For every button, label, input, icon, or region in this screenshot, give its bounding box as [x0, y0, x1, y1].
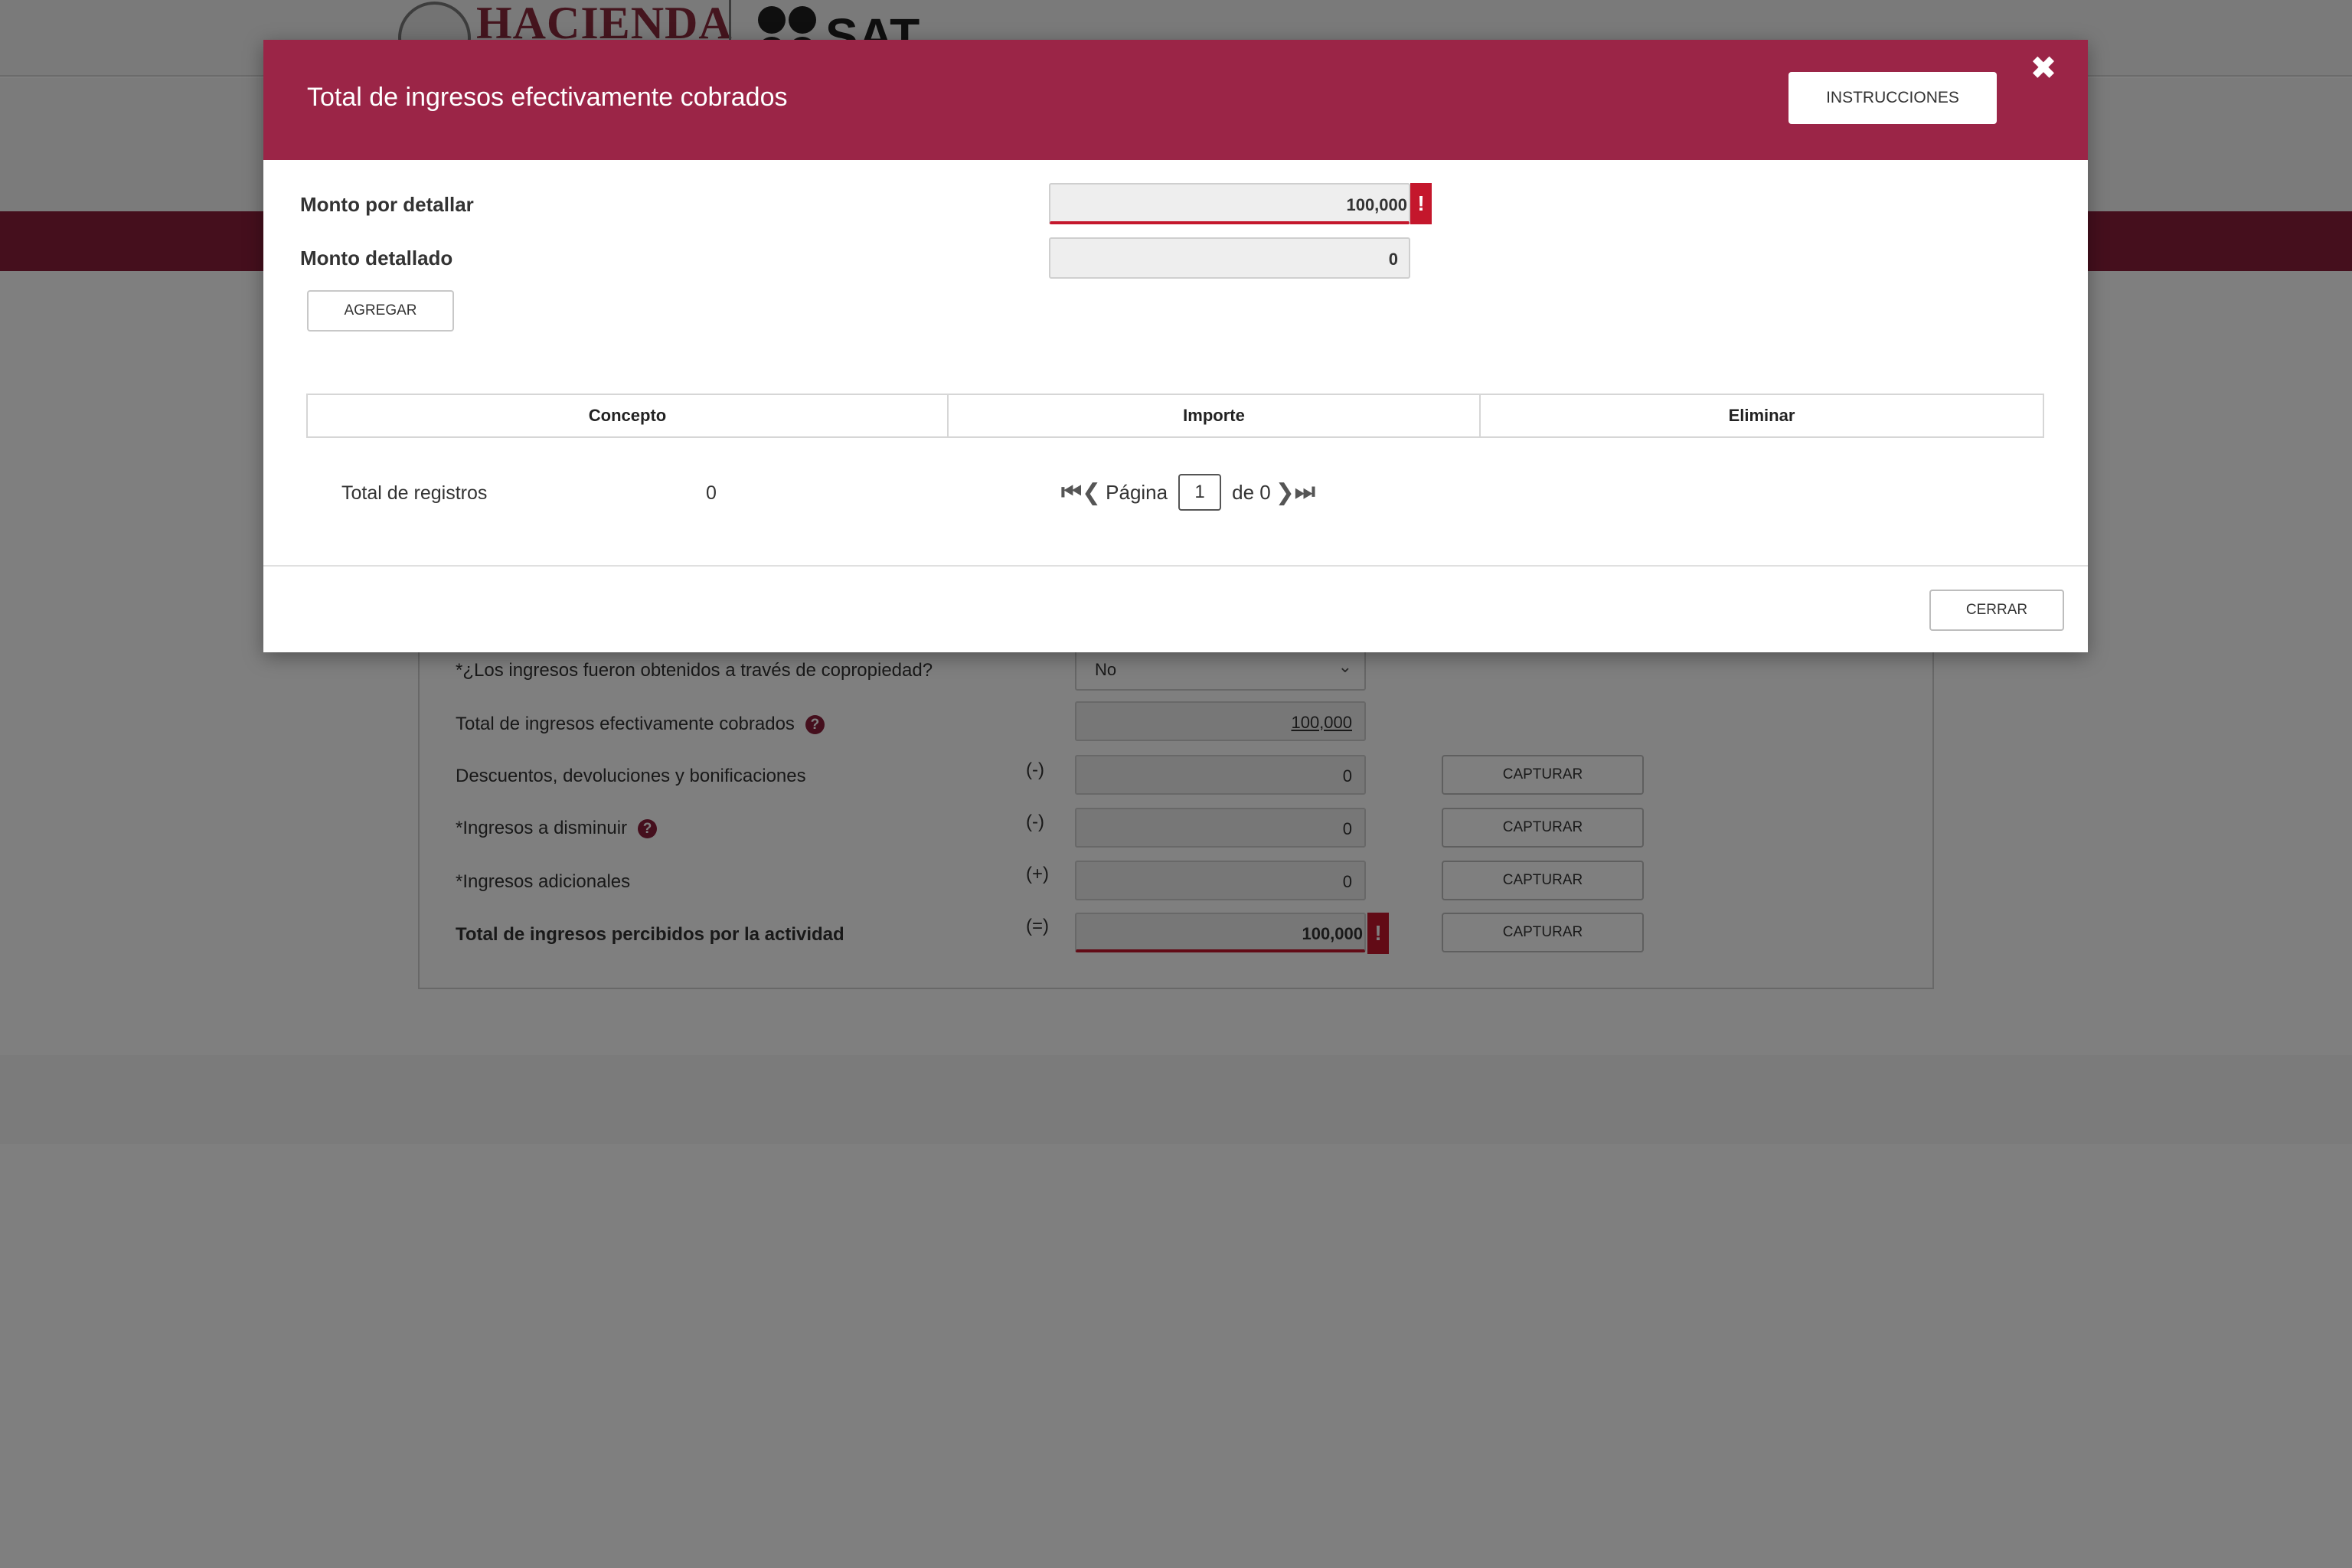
modal-header: Total de ingresos efectivamente cobrados… [263, 40, 2088, 160]
detalle-table-header: Concepto Importe Eliminar [306, 394, 2044, 438]
prev-page-icon[interactable]: ❮ [1082, 479, 1101, 506]
total-registros-label: Total de registros [341, 482, 488, 504]
monto-por-detallar-field: 100,000 [1049, 183, 1410, 224]
error-icon: ! [1410, 183, 1432, 224]
instrucciones-button[interactable]: INSTRUCCIONES [1788, 72, 1997, 124]
column-header-eliminar[interactable]: Eliminar [1481, 395, 2043, 436]
cerrar-button[interactable]: CERRAR [1929, 590, 2064, 631]
first-page-icon[interactable]: ⏮ [1061, 479, 1082, 505]
page-number-input[interactable]: 1 [1178, 474, 1222, 511]
close-icon[interactable]: ✖ [2024, 49, 2063, 87]
monto-detallado-label: Monto detallado [300, 247, 453, 270]
modal-footer-divider [263, 565, 2088, 567]
last-page-icon[interactable]: ⏭ [1295, 479, 1315, 505]
page-total-label: de 0 [1232, 480, 1271, 504]
pagination: ⏮ ❮ Página 1 de 0 ❯ ⏭ [1061, 473, 1315, 511]
total-registros-value: 0 [706, 482, 717, 504]
next-page-icon[interactable]: ❯ [1276, 479, 1295, 506]
column-header-importe[interactable]: Importe [949, 395, 1481, 436]
modal-title: Total de ingresos efectivamente cobrados [307, 83, 788, 112]
column-header-concepto[interactable]: Concepto [308, 395, 949, 436]
page-label: Página [1106, 480, 1168, 504]
monto-por-detallar-label: Monto por detallar [300, 193, 474, 216]
detalle-modal: Total de ingresos efectivamente cobrados… [263, 40, 2088, 652]
monto-detallado-field: 0 [1049, 237, 1410, 279]
agregar-button[interactable]: AGREGAR [307, 290, 454, 332]
